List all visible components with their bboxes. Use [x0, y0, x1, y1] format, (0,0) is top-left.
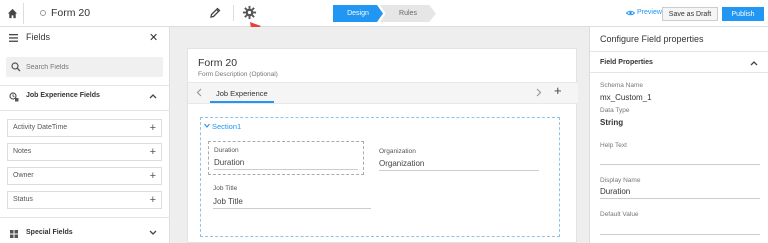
chevron-right-icon[interactable] — [536, 88, 542, 97]
field-properties-label: Field Properties — [600, 59, 653, 66]
toolbar-divider — [233, 5, 234, 21]
default-value-input[interactable] — [600, 221, 760, 235]
form-section[interactable]: Section1 Duration Duration Organization … — [200, 117, 560, 237]
chevron-down-icon — [149, 230, 157, 235]
home-button[interactable] — [2, 3, 24, 24]
category-job-experience-fields[interactable]: Job Experience Fields — [0, 87, 170, 107]
publish-label: Publish — [731, 10, 755, 18]
field-label: Job Title — [213, 185, 238, 192]
field-label: Organization — [379, 148, 416, 155]
add-field-icon[interactable]: + — [150, 170, 156, 182]
add-tab-button[interactable]: + — [554, 83, 562, 98]
display-name-label: Display Name — [600, 177, 641, 184]
save-as-draft-button[interactable]: Save as Draft — [662, 7, 718, 21]
field-item-label: Notes — [13, 148, 32, 155]
tab-design-label: Design — [347, 10, 369, 17]
save-as-draft-label: Save as Draft — [668, 10, 712, 18]
special-fields-icon — [10, 230, 18, 238]
add-field-icon[interactable]: + — [150, 194, 156, 206]
gear-icon[interactable] — [242, 5, 257, 20]
display-name-input[interactable]: Duration — [600, 185, 760, 199]
divider — [0, 85, 170, 86]
form-field-organization[interactable]: Organization — [379, 159, 539, 171]
search-input[interactable] — [26, 61, 156, 73]
field-item-label: Owner — [13, 172, 34, 179]
tab-job-experience[interactable]: Job Experience — [210, 86, 274, 103]
form-field-duration[interactable]: Duration Duration — [208, 141, 364, 175]
properties-panel: Configure Field properties Field Propert… — [589, 27, 768, 243]
chevron-up-icon — [149, 94, 157, 99]
schema-name-value: mx_Custom_1 — [600, 93, 652, 102]
top-bar: Form 20 Design Rules Preview Save as Dra… — [0, 0, 768, 42]
field-item-owner[interactable]: Owner + — [7, 167, 162, 185]
search-box[interactable] — [6, 57, 163, 77]
eye-icon — [626, 10, 635, 15]
preview-link[interactable]: Preview — [626, 9, 662, 16]
publish-button[interactable]: Publish — [722, 7, 764, 21]
tab-design[interactable]: Design — [333, 5, 383, 22]
default-value-label: Default Value — [600, 211, 639, 218]
field-input-placeholder[interactable]: Duration — [214, 158, 358, 170]
data-type-value: String — [600, 118, 624, 127]
field-item-label: Status — [13, 196, 33, 203]
form-canvas: Form 20 Form Description (Optional) Job … — [171, 27, 589, 243]
form-tabs-bar: Job Experience + — [188, 82, 578, 104]
data-type-label: Data Type — [600, 107, 630, 114]
field-item-notes[interactable]: Notes + — [7, 143, 162, 161]
sidebar-title: Fields — [26, 32, 51, 42]
pencil-icon[interactable] — [208, 6, 222, 20]
divider — [0, 110, 170, 111]
home-icon — [7, 8, 18, 19]
chevron-down-icon[interactable] — [204, 123, 210, 128]
chevron-up-icon — [750, 61, 758, 66]
field-properties-section-header[interactable]: Field Properties — [590, 51, 768, 73]
fields-sidebar: Fields ✕ Job Experience Fields Activity … — [0, 27, 170, 243]
field-item-label: Activity DateTime — [13, 124, 68, 131]
sidebar-header: Fields ✕ — [0, 27, 170, 49]
preview-label: Preview — [637, 9, 662, 16]
category-special-fields[interactable]: Special Fields — [0, 224, 170, 243]
close-icon[interactable]: ✕ — [149, 31, 158, 44]
search-icon — [11, 62, 21, 72]
form-title-header: Form 20 — [51, 7, 91, 19]
fields-group-icon — [9, 92, 19, 102]
field-item-activity-datetime[interactable]: Activity DateTime + — [7, 119, 162, 137]
hamburger-menu-icon[interactable] — [9, 34, 18, 42]
tab-rules-label: Rules — [399, 10, 417, 17]
form-field-job-title[interactable]: Job Title — [213, 197, 371, 209]
help-text-label: Help Text — [600, 142, 627, 149]
category-label: Job Experience Fields — [26, 92, 100, 99]
properties-title: Configure Field properties — [600, 34, 704, 44]
field-label: Duration — [214, 147, 239, 154]
help-text-input[interactable] — [600, 151, 760, 165]
schema-name-label: Schema Name — [600, 82, 643, 89]
divider — [0, 217, 170, 218]
field-item-status[interactable]: Status + — [7, 191, 162, 209]
form-card: Form 20 Form Description (Optional) Job … — [187, 48, 578, 243]
add-field-icon[interactable]: + — [150, 122, 156, 134]
add-field-icon[interactable]: + — [150, 146, 156, 158]
form-status-dot-icon — [40, 10, 46, 16]
chevron-left-icon[interactable] — [196, 88, 202, 97]
form-title[interactable]: Form 20 — [198, 57, 237, 69]
form-description[interactable]: Form Description (Optional) — [198, 71, 278, 78]
section-title[interactable]: Section1 — [212, 122, 241, 131]
tab-rules[interactable]: Rules — [380, 5, 436, 22]
category-label: Special Fields — [26, 229, 73, 236]
